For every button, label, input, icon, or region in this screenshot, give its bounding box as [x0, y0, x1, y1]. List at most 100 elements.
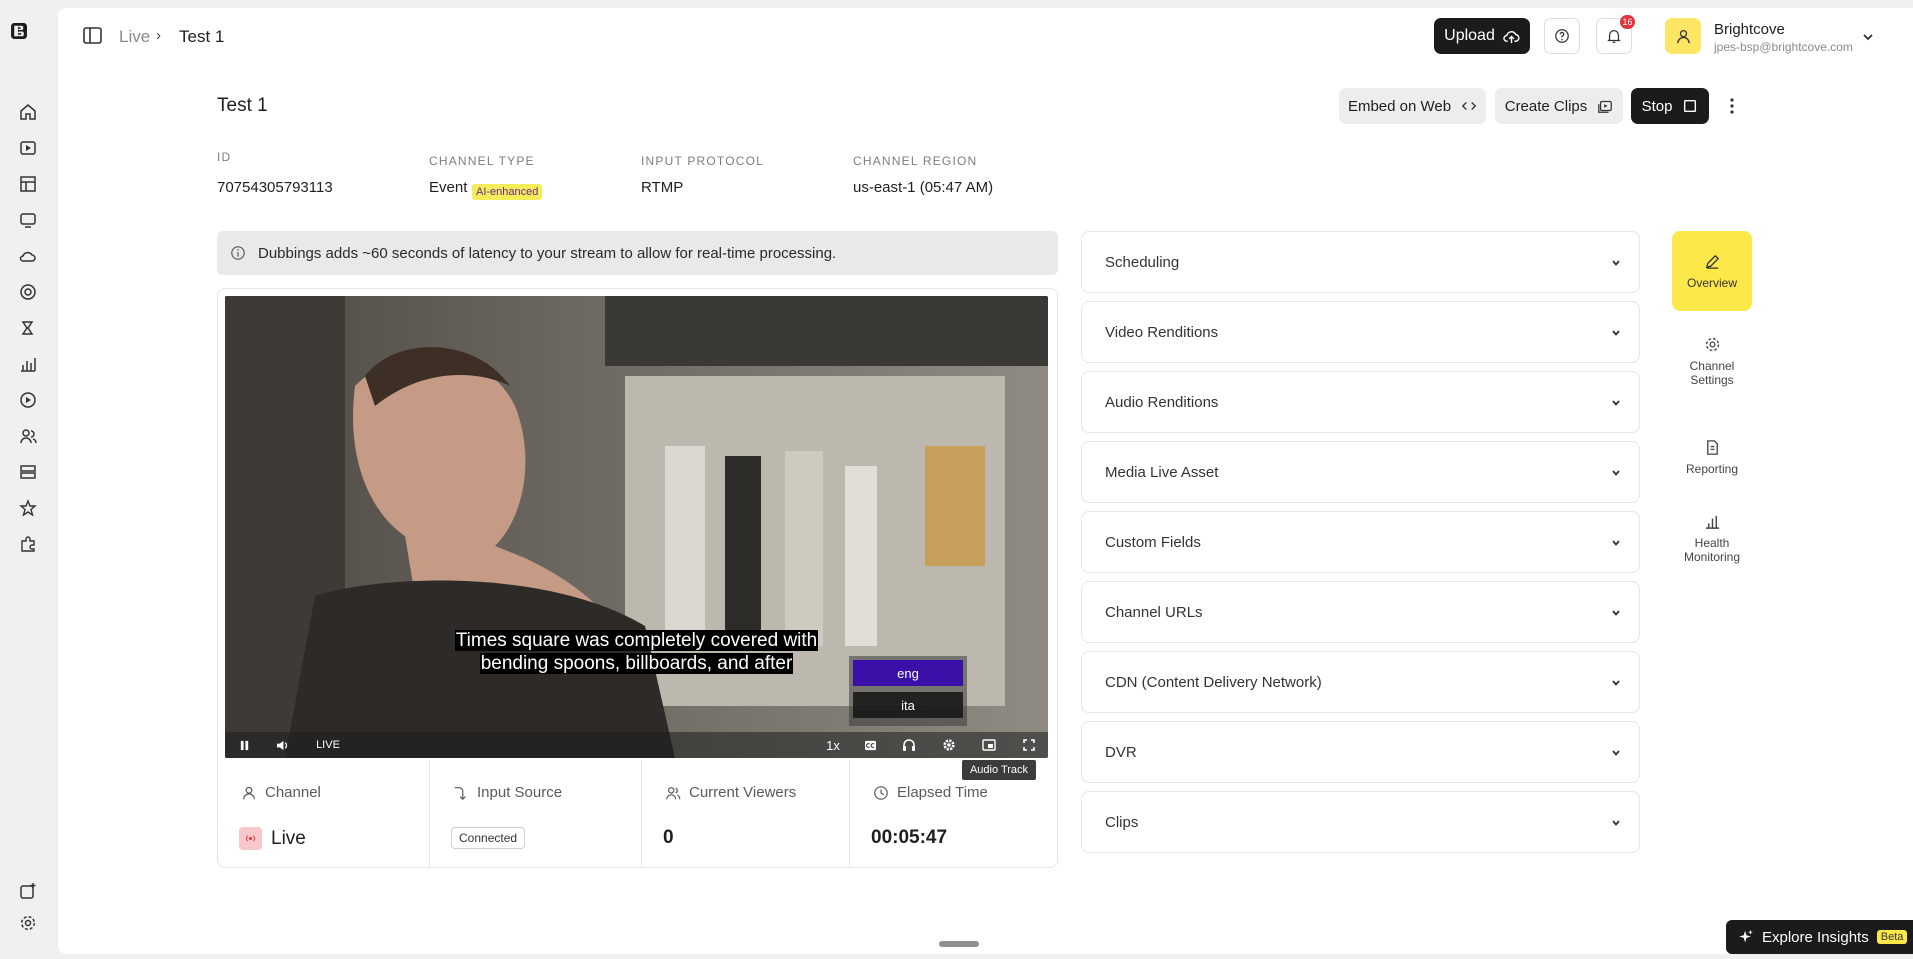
- help-button[interactable]: [1544, 18, 1580, 54]
- analytics-icon[interactable]: [17, 353, 39, 375]
- stat-input-source: Input Source Connected: [429, 760, 641, 868]
- chevron-down-icon: [1612, 750, 1620, 756]
- accordion-media-live-asset[interactable]: Media Live Asset: [1081, 441, 1640, 503]
- account-email: jpes-bsp@brightcove.com: [1714, 40, 1853, 54]
- video-player[interactable]: Times square was completely covered with…: [225, 296, 1048, 758]
- input-protocol-value: RTMP: [641, 179, 684, 196]
- caption-line-2: bending spoons, billboards, and after: [479, 653, 794, 674]
- upload-label: Upload: [1444, 27, 1495, 44]
- latency-notice: Dubbings adds ~60 seconds of latency to …: [217, 231, 1058, 275]
- more-options-icon[interactable]: [1725, 94, 1739, 118]
- cloud-icon[interactable]: [17, 245, 39, 267]
- explore-insights-button[interactable]: Explore Insights Beta: [1726, 920, 1913, 954]
- sidebar-toggle-icon[interactable]: [82, 26, 104, 46]
- stop-label: Stop: [1641, 97, 1673, 115]
- chevron-down-icon: [1612, 260, 1620, 266]
- channel-stats: Channel Live Input Source Connected Curr…: [217, 760, 1058, 868]
- home-icon[interactable]: [17, 101, 39, 123]
- beta-badge: Beta: [1876, 930, 1908, 944]
- tab-reporting[interactable]: Reporting: [1672, 417, 1752, 497]
- social-icon[interactable]: [17, 317, 39, 339]
- elapsed-time-value: 00:05:47: [871, 827, 948, 848]
- chevron-down-icon: [1612, 540, 1620, 546]
- embed-label: Embed on Web: [1347, 97, 1452, 115]
- tab-channel-settings[interactable]: Channel Settings: [1672, 321, 1752, 401]
- star-icon[interactable]: [17, 497, 39, 519]
- closed-captions-icon[interactable]: [862, 738, 878, 752]
- bell-icon: [1607, 30, 1621, 43]
- channel-region-label: CHANNEL REGION: [853, 154, 978, 168]
- live-indicator[interactable]: LIVE: [315, 738, 341, 752]
- account-name[interactable]: Brightcove: [1714, 21, 1785, 38]
- fullscreen-icon[interactable]: [1021, 738, 1037, 752]
- gear-icon: [1705, 337, 1719, 351]
- stat-elapsed-time: Elapsed Time 00:05:47: [849, 760, 1058, 868]
- accordion-channel-urls[interactable]: Channel URLs: [1081, 581, 1640, 643]
- embed-on-web-button[interactable]: Embed on Web: [1339, 88, 1486, 124]
- settings-gear-icon[interactable]: [17, 912, 39, 934]
- chevron-down-icon[interactable]: [1862, 30, 1874, 42]
- accordion-scheduling[interactable]: Scheduling: [1081, 231, 1640, 293]
- pencil-icon: [1705, 254, 1719, 269]
- integrations-icon[interactable]: [17, 533, 39, 555]
- accordion-cdn[interactable]: CDN (Content Delivery Network): [1081, 651, 1640, 713]
- play-circle-icon[interactable]: [17, 389, 39, 411]
- channel-type-value: Event: [429, 179, 468, 196]
- accordion-clips[interactable]: Clips: [1081, 791, 1640, 853]
- chevron-down-icon: [1612, 610, 1620, 616]
- channel-type-label: CHANNEL TYPE: [429, 154, 535, 168]
- bar-chart-icon: [1705, 515, 1719, 529]
- ai-enhanced-badge: AI-enhanced: [472, 184, 543, 200]
- stop-button[interactable]: Stop: [1631, 88, 1709, 124]
- accordion-label: Scheduling: [1105, 254, 1180, 271]
- tab-reporting-label: Reporting: [1685, 461, 1739, 476]
- scroll-handle[interactable]: [939, 941, 979, 947]
- chevron-down-icon: [1612, 470, 1620, 476]
- document-icon: [1706, 439, 1718, 455]
- upload-button[interactable]: Upload: [1434, 18, 1530, 54]
- accordion-video-renditions[interactable]: Video Renditions: [1081, 301, 1640, 363]
- media-icon[interactable]: [17, 137, 39, 159]
- settings-cog-icon[interactable]: [941, 738, 957, 752]
- live-broadcast-icon: [239, 827, 262, 850]
- volume-icon[interactable]: [275, 738, 289, 752]
- accordion-dvr[interactable]: DVR: [1081, 721, 1640, 783]
- players-icon[interactable]: [17, 209, 39, 231]
- playlists-icon[interactable]: [17, 173, 39, 195]
- playback-rate-button[interactable]: 1x: [823, 738, 843, 753]
- stat-channel-value: Live: [239, 827, 306, 850]
- channel-status-text: Live: [271, 827, 306, 849]
- audio-track-headphones-icon[interactable]: [901, 738, 917, 752]
- current-viewers-count: 0: [663, 827, 674, 848]
- stop-square-icon: [1684, 99, 1697, 113]
- tab-health-monitoring[interactable]: Health Monitoring: [1672, 498, 1752, 578]
- help-icon: [1555, 29, 1569, 43]
- breadcrumb-live-link[interactable]: Live: [119, 27, 150, 47]
- explore-insights-label: Explore Insights: [1762, 928, 1869, 946]
- pause-icon[interactable]: [237, 738, 251, 752]
- picture-in-picture-icon[interactable]: [981, 738, 997, 752]
- stat-input-value: Connected: [451, 827, 526, 849]
- create-clips-button[interactable]: Create Clips: [1495, 88, 1623, 124]
- avatar[interactable]: [1665, 18, 1701, 54]
- accordion-custom-fields[interactable]: Custom Fields: [1081, 511, 1640, 573]
- stat-viewers-label: Current Viewers: [665, 784, 796, 801]
- storage-icon[interactable]: [17, 461, 39, 483]
- brightcove-logo[interactable]: [10, 22, 44, 56]
- audience-icon[interactable]: [17, 425, 39, 447]
- page-title: Test 1: [217, 95, 268, 116]
- live-icon[interactable]: [17, 281, 39, 303]
- stat-current-viewers: Current Viewers 0: [641, 760, 849, 868]
- audio-track-option-ita[interactable]: ita: [853, 692, 963, 718]
- add-app-icon[interactable]: [17, 880, 39, 902]
- tab-health-monitoring-label: Health Monitoring: [1683, 535, 1741, 564]
- current-viewers-label-text: Current Viewers: [689, 784, 797, 801]
- stat-channel: Channel Live: [217, 760, 429, 868]
- tab-overview-label: Overview: [1686, 275, 1737, 290]
- tab-channel-settings-label: Channel Settings: [1689, 358, 1735, 387]
- create-clips-label: Create Clips: [1504, 97, 1588, 115]
- audio-track-option-eng[interactable]: eng: [853, 660, 963, 686]
- accordion-audio-renditions[interactable]: Audio Renditions: [1081, 371, 1640, 433]
- stat-elapsed-label: Elapsed Time: [873, 784, 988, 801]
- tab-overview[interactable]: Overview: [1672, 231, 1752, 311]
